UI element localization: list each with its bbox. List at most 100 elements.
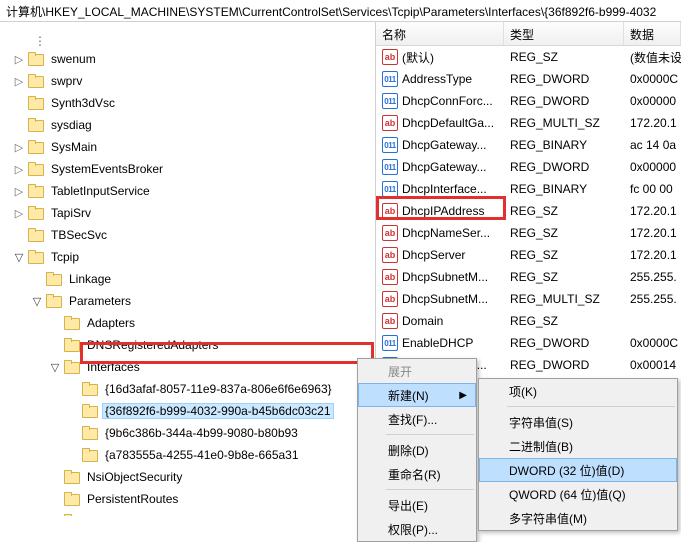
- menu-item[interactable]: 新建(N) ▶: [358, 383, 476, 407]
- value-name: (默认): [402, 49, 434, 66]
- tree-item[interactable]: Synth3dVsc: [0, 92, 375, 114]
- menu-item[interactable]: 权限(P)...: [358, 517, 476, 541]
- list-row[interactable]: DhcpIPAddressREG_SZ172.20.1: [376, 200, 681, 222]
- value-name: DhcpIPAddress: [402, 204, 484, 218]
- expand-toggle-icon[interactable]: [30, 295, 44, 308]
- tree-item[interactable]: {16d3afaf-8057-11e9-837a-806e6f6e6963}: [0, 378, 375, 400]
- folder-icon: [28, 250, 44, 264]
- tree-item[interactable]: sysdiag: [0, 114, 375, 136]
- expand-toggle-icon[interactable]: [12, 251, 26, 264]
- folder-icon: [64, 360, 80, 374]
- list-row[interactable]: DhcpGateway...REG_DWORD0x00000: [376, 156, 681, 178]
- menu-item[interactable]: 项(K): [479, 379, 677, 403]
- list-row[interactable]: DomainREG_SZ: [376, 310, 681, 332]
- folder-icon: [28, 206, 44, 220]
- string-value-icon: [382, 291, 398, 307]
- col-header-data[interactable]: 数据: [624, 22, 681, 45]
- tree-item[interactable]: NsiObjectSecurity: [0, 466, 375, 488]
- list-row[interactable]: DhcpSubnetM...REG_SZ255.255.: [376, 266, 681, 288]
- tree-item[interactable]: TabletInputService: [0, 180, 375, 202]
- expand-toggle-icon[interactable]: [12, 185, 26, 198]
- list-row[interactable]: DhcpNameSer...REG_SZ172.20.1: [376, 222, 681, 244]
- folder-icon: [64, 338, 80, 352]
- tree-item[interactable]: swenum: [0, 48, 375, 70]
- list-row[interactable]: EnableDHCPREG_DWORD0x0000C: [376, 332, 681, 354]
- string-value-icon: [382, 225, 398, 241]
- expand-toggle-icon[interactable]: [12, 141, 26, 154]
- value-data: 0x00000: [624, 94, 681, 108]
- expand-toggle-icon[interactable]: [12, 207, 26, 220]
- tree-item[interactable]: {9b6c386b-344a-4b99-9080-b80b93: [0, 422, 375, 444]
- menu-item-label: 新建(N): [388, 387, 429, 404]
- menu-item[interactable]: QWORD (64 位)值(Q): [479, 482, 677, 506]
- menu-item[interactable]: 查找(F)...: [358, 407, 476, 431]
- value-name: DhcpGateway...: [402, 138, 486, 152]
- menu-item[interactable]: 字符串值(S): [479, 410, 677, 434]
- tree-item[interactable]: {36f892f6-b999-4032-990a-b45b6dc03c21: [0, 400, 375, 422]
- tree-item[interactable]: DNSRegisteredAdapters: [0, 334, 375, 356]
- expand-toggle-icon[interactable]: [12, 75, 26, 88]
- menu-item[interactable]: 多字符串值(M): [479, 506, 677, 530]
- value-data: 172.20.1: [624, 204, 681, 218]
- menu-item-label: DWORD (32 位)值(D): [509, 462, 624, 479]
- tree-item[interactable]: Tcpip: [0, 246, 375, 268]
- expand-toggle-icon[interactable]: [12, 53, 26, 66]
- tree-item[interactable]: Parameters: [0, 290, 375, 312]
- col-header-type[interactable]: 类型: [504, 22, 624, 45]
- context-menu[interactable]: 展开新建(N)▶查找(F)...删除(D)重命名(R)导出(E)权限(P)...: [357, 358, 477, 542]
- menu-item[interactable]: 删除(D): [358, 438, 476, 462]
- list-row[interactable]: DhcpInterface...REG_BINARYfc 00 00: [376, 178, 681, 200]
- menu-item[interactable]: 重命名(R): [358, 462, 476, 486]
- submenu-arrow-icon: ▶: [459, 390, 467, 401]
- context-submenu-new[interactable]: 项(K) 字符串值(S) 二进制值(B) DWORD (32 位)值(D) QWORD …: [478, 378, 678, 531]
- tree-item[interactable]: {a783555a-4255-41e0-9b8e-665a31: [0, 444, 375, 466]
- list-row[interactable]: DhcpConnForc...REG_DWORD0x00000: [376, 90, 681, 112]
- menu-item-label: 字符串值(S): [509, 414, 573, 431]
- value-name: DhcpInterface...: [402, 182, 487, 196]
- tree-item[interactable]: SystemEventsBroker: [0, 158, 375, 180]
- value-name: AddressType: [402, 72, 472, 86]
- value-name: DhcpGateway...: [402, 160, 486, 174]
- folder-icon: [82, 426, 98, 440]
- expand-toggle-icon[interactable]: [48, 361, 62, 374]
- tree-item-label: DNSRegisteredAdapters: [84, 338, 221, 352]
- value-name: Domain: [402, 314, 443, 328]
- tree-item-label: Adapters: [84, 316, 138, 330]
- value-name: DhcpSubnetM...: [402, 270, 488, 284]
- menu-item[interactable]: DWORD (32 位)值(D): [479, 458, 677, 482]
- menu-item-label: 二进制值(B): [509, 438, 573, 455]
- tree-item[interactable]: swprv: [0, 70, 375, 92]
- binary-value-icon: [382, 71, 398, 87]
- value-data: 172.20.1: [624, 226, 681, 240]
- tree-item[interactable]: Linkage: [0, 268, 375, 290]
- col-header-name[interactable]: 名称: [376, 22, 504, 45]
- tree-item-label: TapiSrv: [48, 206, 94, 220]
- list-row[interactable]: DhcpServerREG_SZ172.20.1: [376, 244, 681, 266]
- string-value-icon: [382, 115, 398, 131]
- expand-toggle-icon[interactable]: [12, 163, 26, 176]
- tree-item[interactable]: TapiSrv: [0, 202, 375, 224]
- tree-item[interactable]: PersistentRoutes: [0, 488, 375, 510]
- tree-item-label: NsiObjectSecurity: [84, 470, 185, 484]
- list-row[interactable]: DhcpGateway...REG_BINARYac 14 0a: [376, 134, 681, 156]
- tree-item[interactable]: Adapters: [0, 312, 375, 334]
- string-value-icon: [382, 247, 398, 263]
- list-row[interactable]: DhcpSubnetM...REG_MULTI_SZ255.255.: [376, 288, 681, 310]
- string-value-icon: [382, 269, 398, 285]
- value-name: DhcpDefaultGa...: [402, 116, 494, 130]
- value-name: DhcpNameSer...: [402, 226, 490, 240]
- list-row[interactable]: AddressTypeREG_DWORD0x0000C: [376, 68, 681, 90]
- value-type: REG_DWORD: [504, 160, 624, 174]
- folder-icon: [64, 470, 80, 484]
- folder-icon: [28, 228, 44, 242]
- tree-item[interactable]: SysMain: [0, 136, 375, 158]
- address-bar[interactable]: 计算机\HKEY_LOCAL_MACHINE\SYSTEM\CurrentCon…: [0, 0, 681, 22]
- tree-item[interactable]: Interfaces: [0, 356, 375, 378]
- menu-item[interactable]: 导出(E): [358, 493, 476, 517]
- menu-item[interactable]: 二进制值(B): [479, 434, 677, 458]
- list-row[interactable]: (默认)REG_SZ(数值未设: [376, 46, 681, 68]
- list-row[interactable]: DhcpDefaultGa...REG_MULTI_SZ172.20.1: [376, 112, 681, 134]
- tree-item[interactable]: TBSecSvc: [0, 224, 375, 246]
- tree-item[interactable]: Winsock: [0, 510, 375, 516]
- value-type: REG_DWORD: [504, 358, 624, 372]
